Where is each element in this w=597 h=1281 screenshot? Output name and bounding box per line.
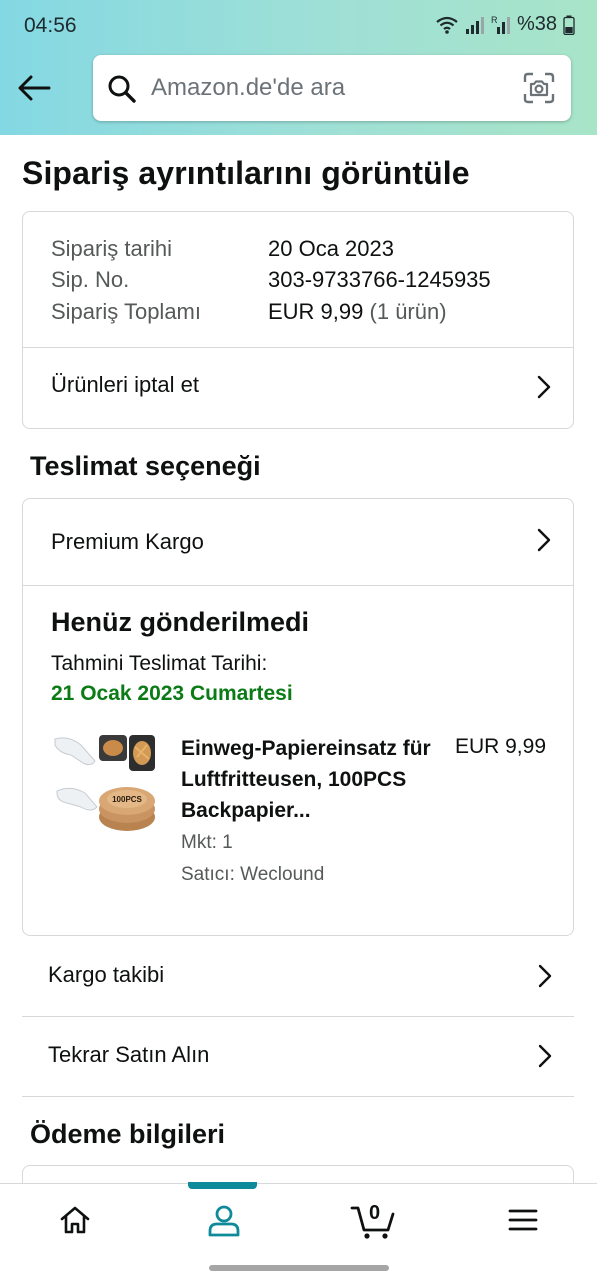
search-input[interactable] [151,55,511,121]
delivery-option-label: Premium Kargo [51,529,204,554]
estimated-delivery-label: Tahmini Teslimat Tarihi: [51,652,268,675]
svg-text:R: R [491,15,498,25]
back-button[interactable] [16,70,56,110]
order-total-value: EUR 9,99 [268,299,364,324]
track-package-row[interactable]: Kargo takibi [22,937,574,1017]
product-image[interactable]: 100PCS [51,733,155,837]
nav-menu[interactable] [448,1184,597,1264]
order-date-label: Sipariş tarihi [51,236,173,261]
buy-again-label: Tekrar Satın Alın [48,1042,210,1067]
order-item-count: (1 ürün) [369,299,447,324]
chevron-right-icon [538,1044,552,1068]
account-icon [208,1205,239,1237]
system-home-indicator[interactable] [209,1265,389,1271]
nav-home[interactable] [0,1184,149,1264]
track-package-label: Kargo takibi [48,962,165,987]
order-number-label: Sip. No. [51,267,130,292]
search-bar[interactable] [93,55,571,121]
battery-icon [563,15,575,35]
status-bar: 04:56 R %38 [0,0,597,50]
home-icon [60,1206,89,1234]
estimated-delivery-date: 21 Ocak 2023 Cumartesi [51,682,293,705]
delivery-section-title: Teslimat seçeneği [30,451,261,481]
product-quantity: Mkt: 1 [181,832,233,853]
payment-section-title: Ödeme bilgileri [30,1119,226,1149]
delivery-card: Premium Kargo Henüz gönderilmedi Tahmini… [22,498,574,936]
chevron-right-icon [538,964,552,988]
product-title-link[interactable]: Einweg-Papiereinsatz für Luftfritteusen,… [181,733,431,826]
header: 04:56 R %38 [0,0,597,135]
order-total-value-group: EUR 9,99 (1 ürün) [268,299,447,325]
product-seller: Satıcı: Weclound [181,864,325,885]
status-time: 04:56 [24,14,77,37]
chevron-right-icon [537,375,551,399]
roaming-signal-icon: R [491,15,510,34]
order-total-label: Sipariş Toplamı [51,299,201,324]
chevron-right-icon [537,528,551,552]
shipment-status: Henüz gönderilmedi [51,607,310,637]
arrow-left-icon [18,75,51,101]
wifi-icon [436,16,458,34]
product-price: EUR 9,99 [454,735,546,758]
order-summary-card: Sipariş tarihi 20 Oca 2023 Sip. No. 303-… [22,211,574,429]
camera-scan-icon[interactable] [523,72,555,104]
search-icon [108,75,136,103]
buy-again-row[interactable]: Tekrar Satın Alın [22,1017,574,1097]
battery-level: %38 [516,13,557,35]
order-date-value: 20 Oca 2023 [268,236,394,261]
order-number-value: 303-9733766-1245935 [268,267,491,292]
signal-icon [465,16,484,34]
page-title: Sipariş ayrıntılarını görüntüle [22,155,470,191]
menu-icon [508,1209,537,1231]
divider [23,585,573,586]
delivery-option-row[interactable]: Premium Kargo [23,499,573,585]
product-image-badge: 100PCS [112,795,142,804]
cancel-items-label: Ürünleri iptal et [51,372,199,397]
status-icons: R %38 [435,13,575,36]
nav-account[interactable] [149,1184,298,1264]
cart-count-badge: 0 [369,1202,381,1224]
cancel-items-row[interactable]: Ürünleri iptal et [23,348,573,428]
